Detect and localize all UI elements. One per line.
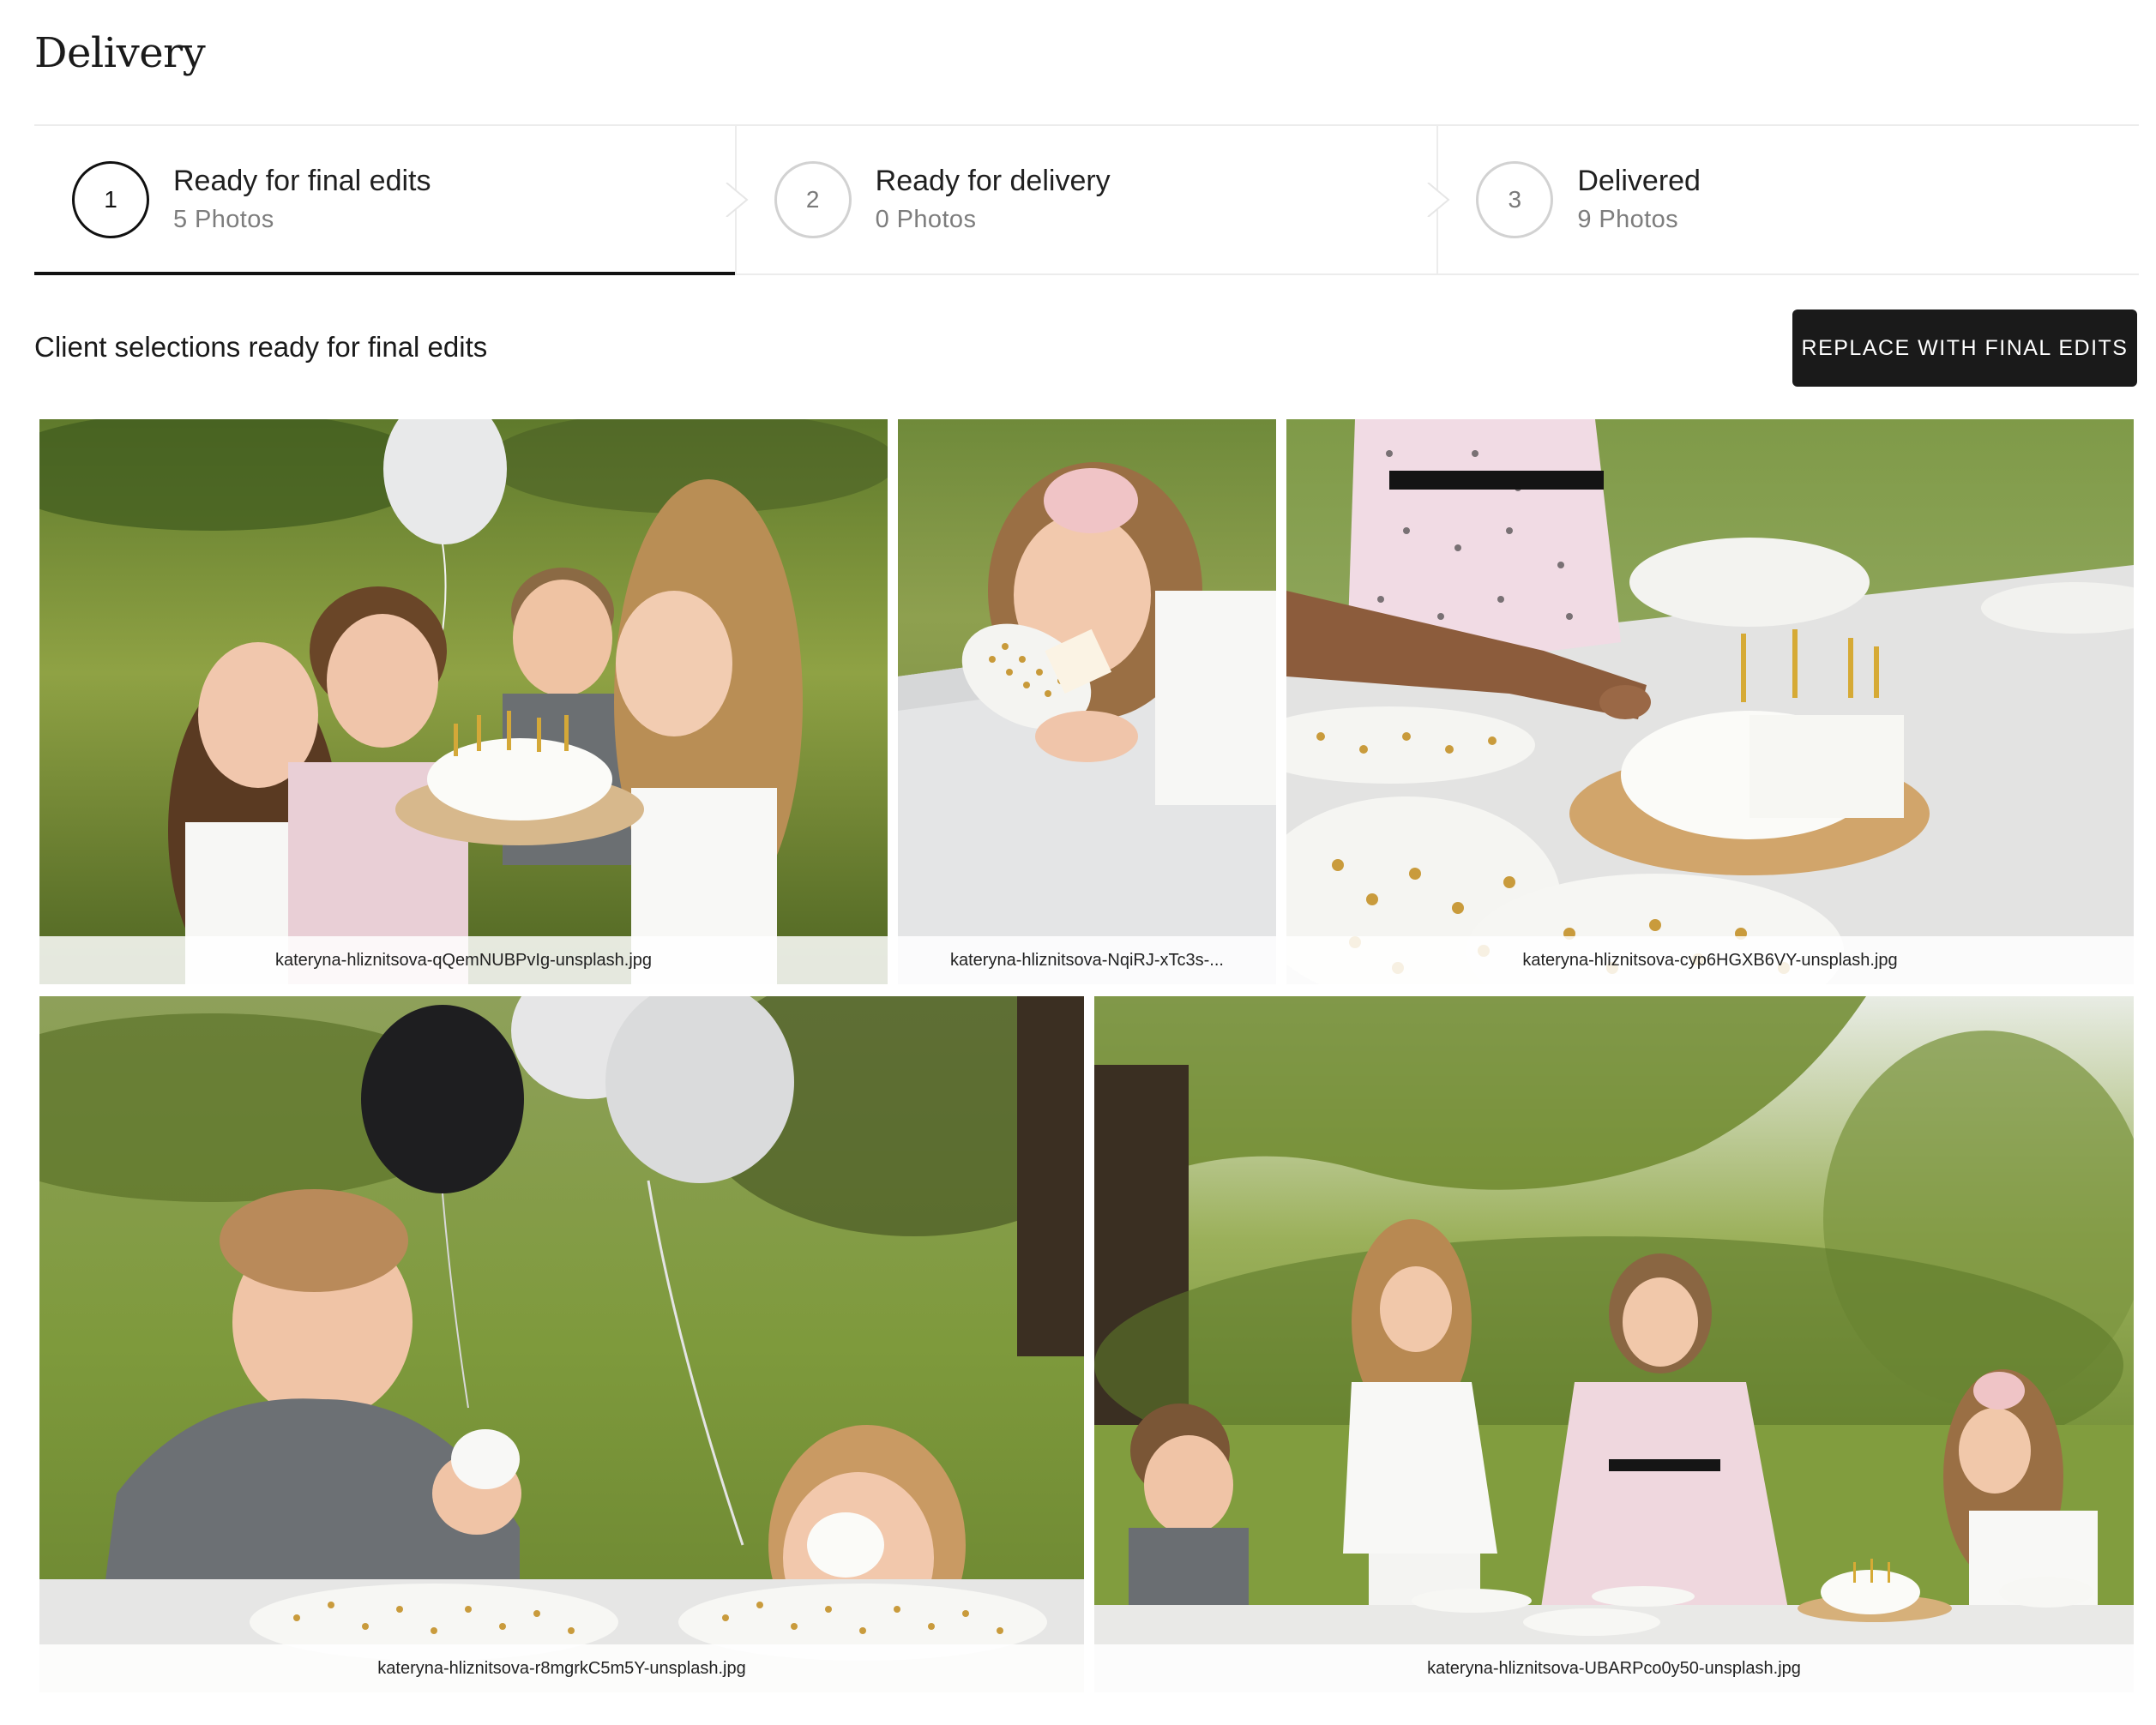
photo-card[interactable]: kateryna-hliznitsova-r8mgrkC5m5Y-unsplas… [39, 996, 1084, 1692]
step-photo-count: 5 Photos [173, 206, 274, 233]
page-title: Delivery [34, 29, 206, 77]
step-ready-for-delivery[interactable]: 2 Ready for delivery 0 Photos [734, 126, 1450, 273]
photo-card[interactable]: kateryna-hliznitsova-cyp6HGXB6VY-unsplas… [1286, 419, 2134, 984]
step-number-circle: 2 [774, 161, 852, 238]
step-label: Ready for delivery [875, 165, 1111, 197]
chevron-right-icon [726, 183, 749, 217]
chevron-right-icon [1427, 183, 1450, 217]
step-photo-count: 0 Photos [875, 206, 977, 233]
delivery-stepper: 1 Ready for final edits 5 Photos 2 Ready… [34, 126, 2139, 275]
step-ready-for-final-edits[interactable]: 1 Ready for final edits 5 Photos [34, 126, 749, 275]
photo-thumbnail [898, 419, 1276, 984]
replace-with-final-edits-button[interactable]: REPLACE WITH FINAL EDITS [1792, 310, 2137, 387]
photo-filename: kateryna-hliznitsova-r8mgrkC5m5Y-unsplas… [39, 1644, 1084, 1692]
photo-filename: kateryna-hliznitsova-UBARPco0y50-unsplas… [1094, 1644, 2134, 1692]
photo-filename: kateryna-hliznitsova-qQemNUBPvIg-unsplas… [39, 936, 888, 984]
step-photo-count: 9 Photos [1577, 206, 1679, 233]
photo-filename: kateryna-hliznitsova-NqiRJ-xTc3s-... [898, 936, 1276, 984]
step-label: Delivered [1577, 165, 1701, 197]
section-heading: Client selections ready for final edits [34, 331, 488, 363]
photo-card[interactable]: kateryna-hliznitsova-qQemNUBPvIg-unsplas… [39, 419, 888, 984]
step-number-circle: 3 [1476, 161, 1554, 238]
photo-card[interactable]: kateryna-hliznitsova-UBARPco0y50-unsplas… [1094, 996, 2134, 1692]
step-delivered[interactable]: 3 Delivered 9 Photos [1436, 126, 2139, 273]
step-label: Ready for final edits [173, 165, 431, 197]
photo-thumbnail [39, 419, 888, 984]
step-number-circle: 1 [72, 161, 149, 238]
photo-thumbnail [1286, 419, 2134, 984]
photo-card[interactable]: kateryna-hliznitsova-NqiRJ-xTc3s-... [898, 419, 1276, 984]
photo-thumbnail [39, 996, 1084, 1692]
photo-thumbnail [1094, 996, 2134, 1692]
photo-filename: kateryna-hliznitsova-cyp6HGXB6VY-unsplas… [1286, 936, 2134, 984]
